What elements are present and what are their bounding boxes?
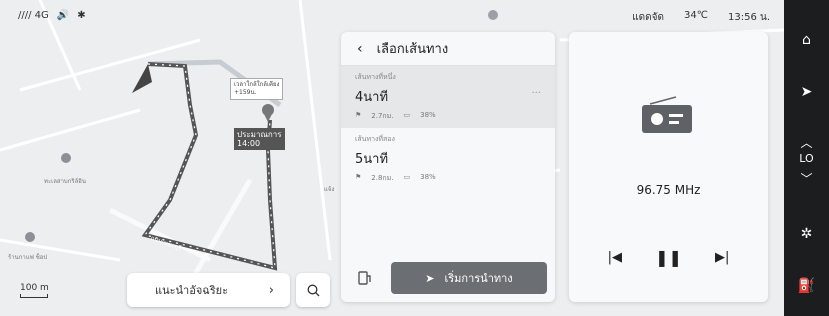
poi-label: ทะเลสาบกริล์อิน <box>44 178 86 185</box>
map-scale: 100 m <box>20 283 49 298</box>
smart-suggest-label: แนะนำอัจฉริยะ <box>155 284 229 297</box>
battery-icon: ▭ <box>403 111 411 119</box>
smart-suggest-button[interactable]: แนะนำอัจฉริยะ › <box>127 273 290 307</box>
right-control-rail: ⌂ ➤ ︿ LO ﹀ ✲ ⛽ <box>784 0 829 316</box>
signal-indicator: //// 4G <box>18 10 49 21</box>
back-button[interactable]: ‹ <box>357 41 363 57</box>
callout-line-1: เวลาใกล้ใกล้เคียง <box>234 81 280 88</box>
chevron-right-icon: › <box>268 282 274 298</box>
location-icon <box>488 10 498 20</box>
route-distance: 2.8กม. <box>371 174 394 182</box>
route-battery: 38% <box>420 111 436 119</box>
flag-icon: ⚑ <box>355 173 362 181</box>
charger-icon[interactable]: ⛽ <box>784 278 829 294</box>
temperature-up-icon[interactable]: ︿ <box>784 134 829 151</box>
previous-button[interactable]: |◀ <box>608 250 622 265</box>
scale-bar <box>20 294 48 298</box>
volume-icon: 🔊 <box>56 10 70 21</box>
time-callout[interactable]: เวลาใกล้ใกล้เคียง +159น. <box>230 78 284 100</box>
scale-label: 100 m <box>20 283 49 293</box>
pause-button[interactable]: ❚❚ <box>655 248 682 267</box>
start-navigation-label: เริ่มการนำทาง <box>444 272 513 285</box>
radio-frequency: 96.75 MHz <box>636 183 701 197</box>
charging-station-icon[interactable] <box>357 270 373 286</box>
panel-header: ‹ เลือกเส้นทาง <box>341 32 555 66</box>
poi-label: แจ้ง <box>324 186 335 193</box>
clock: 13:56 น. <box>727 12 770 23</box>
battery-icon: ▭ <box>403 173 411 181</box>
search-button[interactable] <box>296 273 330 307</box>
route-battery: 38% <box>420 173 436 181</box>
route-time: 4นาที <box>355 90 389 105</box>
status-bar: //// 4G 🔊 ✱ แดดจัด 34℃ 13:56 น. <box>0 0 784 30</box>
temperature-down-icon[interactable]: ﹀ <box>784 170 829 187</box>
route-label: เส้นทางที่สอง <box>355 135 395 143</box>
navigation-arrow-icon: ➤ <box>425 271 435 285</box>
weather-text: แดดจัด <box>632 12 665 23</box>
start-navigation-button[interactable]: ➤ เริ่มการนำทาง <box>391 262 547 294</box>
home-icon[interactable]: ⌂ <box>784 32 829 48</box>
poi-label: ร้านกาแฟ ช็อป <box>8 254 48 261</box>
route-option-2[interactable]: เส้นทางที่สอง 5นาที ⚑ 2.8กม. ▭ 38% <box>341 128 555 190</box>
bluetooth-icon: ✱ <box>77 10 86 21</box>
more-options-icon[interactable]: ··· <box>531 88 541 99</box>
route-time: 5นาที <box>355 152 389 167</box>
route-selection-panel: ‹ เลือกเส้นทาง เส้นทางที่หนึ่ง 4นาที ⚑ 2… <box>341 32 555 302</box>
eta-label: ประมาณการ 14:00 <box>234 128 285 150</box>
eta-line-1: ประมาณการ <box>237 130 282 139</box>
navigation-icon[interactable]: ➤ <box>784 84 829 100</box>
radio-icon <box>642 96 692 133</box>
next-button[interactable]: ▶| <box>715 250 729 265</box>
flag-icon: ⚑ <box>355 111 362 119</box>
media-widget[interactable]: 96.75 MHz |◀ ❚❚ ▶| <box>569 32 768 302</box>
route-label: เส้นทางที่หนึ่ง <box>355 73 396 81</box>
callout-line-2: +159น. <box>234 89 257 96</box>
temperature-text: 34℃ <box>684 10 708 21</box>
ac-temperature-label: LO <box>799 152 814 165</box>
panel-title: เลือกเส้นทาง <box>376 42 449 57</box>
fan-icon[interactable]: ✲ <box>784 226 829 242</box>
search-icon <box>307 284 319 296</box>
route-distance: 2.7กม. <box>371 112 394 120</box>
route-option-1[interactable]: เส้นทางที่หนึ่ง 4นาที ⚑ 2.7กม. ▭ 38% ··· <box>341 66 555 128</box>
eta-line-2: 14:00 <box>237 139 261 148</box>
